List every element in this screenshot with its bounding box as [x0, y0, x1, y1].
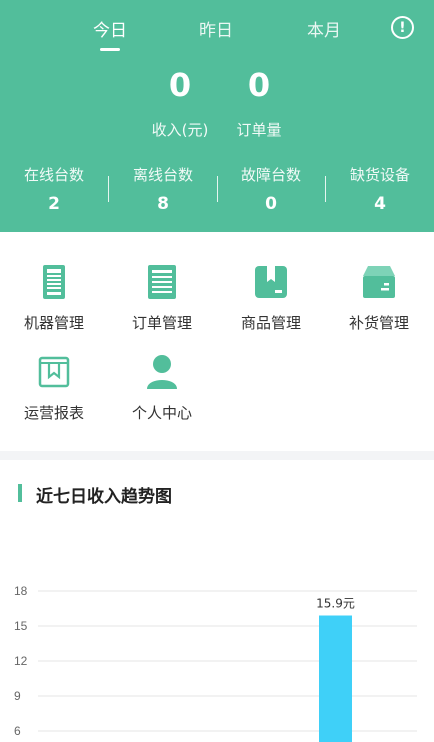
stat-label: 在线台数	[23, 166, 84, 184]
stat-value: 2	[48, 194, 60, 214]
chart-title: 近七日收入趋势图	[36, 487, 172, 507]
menu-label: 运营报表	[23, 404, 84, 422]
restock-box-icon	[363, 266, 395, 298]
menu-order-management[interactable]: 订单管理	[108, 262, 216, 333]
stat-fault: 故障台数 0	[217, 164, 325, 214]
y-tick-label: 15	[14, 619, 28, 633]
revenue-label: 收入(元)	[151, 121, 209, 139]
tab-this-month[interactable]: 本月	[284, 16, 364, 41]
product-box-icon	[255, 266, 287, 298]
orders-value: 0	[247, 66, 271, 104]
menu-label: 补货管理	[348, 314, 409, 332]
section-marker	[18, 484, 22, 502]
orders-label: 订单量	[236, 121, 282, 139]
menu-product-management[interactable]: 商品管理	[217, 262, 325, 333]
stat-online: 在线台数 2	[0, 164, 108, 214]
menu-label: 商品管理	[240, 314, 301, 332]
menu-label: 订单管理	[131, 314, 192, 332]
revenue-trend-chart: 6 9 12 15 18 15.9元	[14, 584, 417, 742]
stat-label: 故障台数	[240, 166, 301, 184]
y-tick-label: 12	[14, 654, 28, 668]
menu-machine-management[interactable]: 机器管理	[0, 262, 108, 333]
y-tick-label: 6	[14, 724, 21, 738]
stat-value: 0	[265, 194, 277, 214]
active-tab-indicator	[100, 48, 120, 51]
order-list-icon	[148, 265, 176, 299]
stat-label: 缺货设备	[349, 166, 410, 184]
y-tick-label: 18	[14, 584, 28, 598]
menu-label: 机器管理	[23, 314, 84, 332]
revenue-value: 0	[168, 66, 192, 104]
stat-label: 离线台数	[132, 166, 193, 184]
tab-today[interactable]: 今日	[70, 16, 150, 41]
menu-personal-center[interactable]: 个人中心	[108, 352, 216, 423]
section-divider	[0, 451, 434, 460]
menu-restock-management[interactable]: 补货管理	[325, 262, 433, 333]
y-tick-label: 9	[14, 689, 21, 703]
stat-offline: 离线台数 8	[109, 164, 217, 214]
menu-operations-report[interactable]: 运营报表	[0, 352, 108, 423]
stat-out-of-stock: 缺货设备 4	[326, 164, 434, 214]
user-icon	[147, 355, 177, 389]
stat-value: 4	[374, 194, 386, 214]
menu-label: 个人中心	[131, 404, 192, 422]
tab-yesterday[interactable]: 昨日	[176, 16, 256, 41]
stat-value: 8	[157, 194, 169, 214]
report-icon	[38, 356, 70, 388]
bar-value-label: 15.9元	[316, 597, 355, 611]
info-circle-icon[interactable]: !	[391, 16, 414, 39]
vending-machine-icon	[43, 265, 65, 299]
stats-header: 今日 昨日 本月 ! 0 0 收入(元) 订单量 在线台数 2 离线台数 8 故…	[0, 0, 434, 232]
revenue-bar	[319, 615, 352, 742]
